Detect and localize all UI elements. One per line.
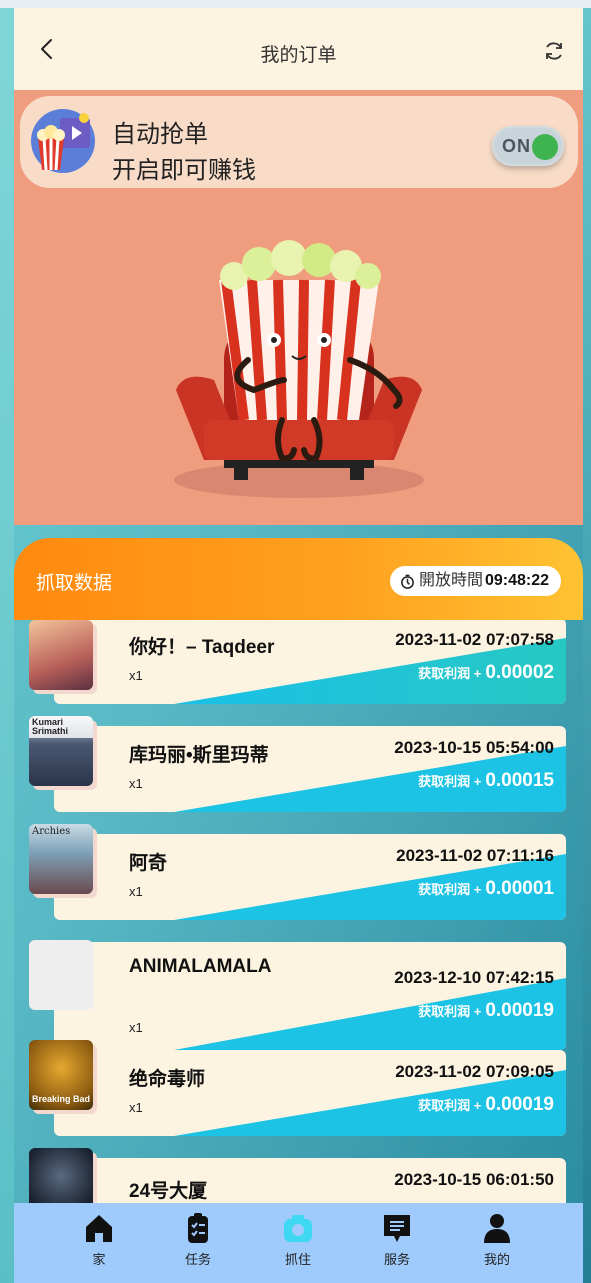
profit-value: 0.00001 bbox=[485, 878, 554, 899]
order-title: 24号大厦 bbox=[129, 1181, 208, 1202]
camera-icon bbox=[284, 1215, 312, 1242]
order-date: 2023-11-02 07:07:58 bbox=[395, 630, 554, 649]
left-edge bbox=[0, 8, 14, 1283]
tab-tasks[interactable]: 任务 bbox=[163, 1211, 233, 1268]
order-card[interactable]: 你好！– Taqdeer x1 2023-11-02 07:07:58 获取利润… bbox=[54, 620, 566, 704]
toggle-knob bbox=[532, 134, 558, 160]
order-quantity: x1 bbox=[129, 884, 143, 899]
profit-label: 获取利润 + bbox=[418, 882, 482, 897]
order-title: ANIMALAMALA bbox=[129, 956, 272, 977]
order-quantity: x1 bbox=[129, 776, 143, 791]
order-date: 2023-11-02 07:09:05 bbox=[395, 1062, 554, 1081]
right-edge bbox=[583, 8, 591, 1283]
tab-grab[interactable]: 抓住 bbox=[263, 1211, 333, 1268]
tab-service[interactable]: 服务 bbox=[362, 1211, 432, 1268]
capture-panel-header: 抓取数据 開放時間 09:48:22 bbox=[14, 538, 583, 620]
movie-poster[interactable] bbox=[29, 620, 93, 690]
profit-label: 获取利润 + bbox=[418, 666, 482, 681]
profit-value: 0.00002 bbox=[485, 662, 554, 683]
profit-label: 获取利润 + bbox=[418, 1098, 482, 1113]
order-date: 2023-10-15 05:54:00 bbox=[394, 738, 554, 757]
auto-grab-toggle[interactable]: ON bbox=[492, 126, 564, 166]
movie-poster[interactable]: Kumari Srimathi bbox=[29, 716, 93, 786]
clock-icon bbox=[401, 574, 414, 589]
auto-grab-title: 自动抢单 bbox=[112, 121, 208, 148]
header-bar: 我的订单 bbox=[14, 8, 583, 90]
movie-poster[interactable] bbox=[29, 1148, 93, 1203]
profit-value: 0.00015 bbox=[485, 770, 554, 791]
capture-panel-title: 抓取数据 bbox=[36, 573, 113, 594]
profit-value: 0.00019 bbox=[485, 1094, 554, 1115]
bottom-tab-bar: 家 任务 抓住 服务 我的 bbox=[14, 1203, 583, 1283]
user-icon bbox=[484, 1214, 510, 1243]
tab-label: 我的 bbox=[483, 1252, 510, 1267]
order-card[interactable]: 阿奇 x1 2023-11-02 07:11:16 获取利润 + 0.00001 bbox=[54, 834, 566, 920]
poster-title: Kumari Srimathi bbox=[29, 716, 93, 738]
refresh-icon[interactable] bbox=[543, 40, 565, 62]
order-title: 库玛丽•斯里玛蒂 bbox=[129, 745, 269, 766]
order-card[interactable]: 24号大厦 2023-10-15 06:01:50 bbox=[54, 1158, 566, 1203]
toggle-label: ON bbox=[502, 136, 531, 156]
auto-grab-card: 自动抢单 开启即可赚钱 ON bbox=[20, 96, 578, 188]
order-card[interactable]: 绝命毒师 x1 2023-11-02 07:09:05 获取利润 + 0.000… bbox=[54, 1050, 566, 1136]
tab-mine[interactable]: 我的 bbox=[462, 1211, 532, 1268]
order-card[interactable]: ANIMALAMALA x1 2023-12-10 07:42:15 获取利润 … bbox=[54, 942, 566, 1050]
order-profit: 获取利润 + 0.00019 bbox=[418, 1000, 554, 1022]
order-date: 2023-11-02 07:11:16 bbox=[396, 846, 554, 865]
page-title: 我的订单 bbox=[260, 45, 337, 66]
message-icon bbox=[384, 1215, 410, 1242]
poster-title: Breaking Bad bbox=[31, 1094, 91, 1104]
movie-poster[interactable]: Archies bbox=[29, 824, 93, 894]
order-title: 阿奇 bbox=[129, 853, 168, 874]
auto-grab-subtitle: 开启即可赚钱 bbox=[112, 157, 256, 184]
order-profit: 获取利润 + 0.00001 bbox=[418, 878, 554, 900]
tab-home[interactable]: 家 bbox=[64, 1211, 134, 1268]
open-time-label: 開放時間 bbox=[418, 572, 483, 589]
open-time-value: 09:48:22 bbox=[484, 572, 549, 589]
order-date: 2023-10-15 06:01:50 bbox=[394, 1170, 554, 1189]
movie-poster[interactable] bbox=[29, 940, 93, 1010]
order-profit: 获取利润 + 0.00002 bbox=[418, 662, 554, 684]
app-screen: 我的订单 自动抢单 开启即可赚钱 ON 抓取数据 開放時間 09:48:22 你… bbox=[0, 8, 591, 1283]
banner: 自动抢单 开启即可赚钱 ON bbox=[14, 90, 583, 525]
order-card[interactable]: 库玛丽•斯里玛蒂 x1 2023-10-15 05:54:00 获取利润 + 0… bbox=[54, 726, 566, 812]
movie-poster[interactable]: Breaking Bad bbox=[29, 1040, 93, 1110]
profit-label: 获取利润 + bbox=[418, 774, 482, 789]
tab-label: 家 bbox=[92, 1252, 106, 1267]
order-profit: 获取利润 + 0.00019 bbox=[418, 1094, 554, 1116]
profit-value: 0.00019 bbox=[485, 1000, 554, 1021]
clipboard-icon bbox=[188, 1213, 208, 1243]
order-title: 你好！– Taqdeer bbox=[129, 637, 275, 658]
order-profit: 获取利润 + 0.00015 bbox=[418, 770, 554, 792]
order-date: 2023-12-10 07:42:15 bbox=[394, 968, 554, 987]
poster-title: Archies bbox=[32, 826, 71, 837]
order-quantity: x1 bbox=[129, 1020, 143, 1035]
tab-label: 任务 bbox=[184, 1252, 211, 1267]
home-icon bbox=[86, 1215, 112, 1242]
popcorn-sofa-illustration bbox=[174, 240, 424, 498]
open-time-badge: 開放時間 09:48:22 bbox=[389, 566, 561, 596]
tab-label: 服务 bbox=[383, 1252, 410, 1267]
tab-label: 抓住 bbox=[284, 1252, 311, 1267]
order-quantity: x1 bbox=[129, 668, 143, 683]
order-title: 绝命毒师 bbox=[129, 1069, 206, 1090]
order-quantity: x1 bbox=[129, 1100, 143, 1115]
popcorn-movie-icon bbox=[31, 109, 95, 173]
profit-label: 获取利润 + bbox=[418, 1004, 482, 1019]
order-list[interactable]: 你好！– Taqdeer x1 2023-11-02 07:07:58 获取利润… bbox=[14, 620, 583, 1203]
